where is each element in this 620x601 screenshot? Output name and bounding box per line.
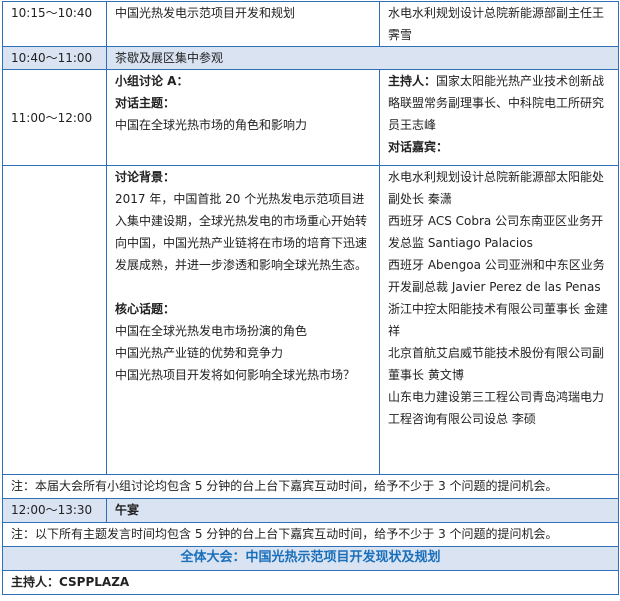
topic-cell: 中国光热发电示范项目开发和规划 — [106, 1, 380, 47]
table-row: 11:00～12:00 小组讨论 A： 对话主题： 中国在全球光热市场的角色和影… — [2, 69, 619, 166]
table-row: 注：本届大会所有小组讨论均包含 5 分钟的台上台下嘉宾互动时间，给予不少于 3 … — [2, 474, 619, 499]
note-cell: 注：以下所有主题发言时间均包含 5 分钟的台上台下嘉宾互动时间，给予不少于 3 … — [2, 522, 619, 547]
time-cell: 10:40～11:00 — [2, 46, 107, 70]
schedule-table: 10:15～10:40 中国光热发电示范项目开发和规划 水电水利规划设计总院新能… — [2, 1, 619, 595]
guests-label: 对话嘉宾： — [388, 140, 449, 154]
plenary-title: 全体大会：中国光热示范项目开发现状及规划 — [2, 546, 619, 571]
background-text: 2017 年，中国首批 20 个光热发电示范项目进入集中建设期，全球光热发电的市… — [115, 192, 368, 272]
guest-item: 西班牙 Abengoa 公司亚洲和中东区业务开发副总裁 Javier Perez… — [388, 258, 605, 294]
guest-item: 北京首航艾启威节能技术股份有限公司副董事长 黄文博 — [388, 346, 605, 382]
table-row: 讨论背景： 2017 年，中国首批 20 个光热发电示范项目进入集中建设期，全球… — [2, 165, 619, 475]
background-label: 讨论背景： — [115, 170, 176, 184]
core-topic: 中国在全球光热发电市场扮演的角色 — [115, 324, 308, 338]
topic-cell: 午宴 — [106, 498, 619, 523]
time-cell: 10:15～10:40 — [2, 1, 107, 47]
guest-item: 西班牙 ACS Cobra 公司东南亚区业务开发总监 Santiago Pala… — [388, 214, 604, 250]
table-row: 10:15～10:40 中国光热发电示范项目开发和规划 水电水利规划设计总院新能… — [2, 1, 619, 47]
background-cell: 讨论背景： 2017 年，中国首批 20 个光热发电示范项目进入集中建设期，全球… — [106, 165, 380, 475]
theme-text: 中国在全球光热市场的角色和影响力 — [115, 118, 308, 132]
discussion-cell: 小组讨论 A： 对话主题： 中国在全球光热市场的角色和影响力 — [106, 69, 380, 166]
note-cell: 注：本届大会所有小组讨论均包含 5 分钟的台上台下嘉宾互动时间，给予不少于 3 … — [2, 474, 619, 499]
table-row: 10:40～11:00 茶歇及展区集中参观 — [2, 46, 619, 70]
host-label: 主持人： — [388, 74, 437, 88]
table-row: 12:00～13:30 午宴 — [2, 498, 619, 523]
core-topic: 中国光热项目开发将如何影响全球光热市场？ — [115, 368, 356, 382]
theme-label: 对话主题： — [115, 96, 176, 110]
speaker-cell: 水电水利规划设计总院新能源部副主任王霁雪 — [379, 1, 619, 47]
table-row: 主持人：CSPPLAZA — [2, 570, 619, 595]
guest-item: 浙江中控太阳能技术有限公司董事长 金建祥 — [388, 302, 608, 338]
guest-item: 水电水利规划设计总院新能源部太阳能处副处长 秦潇 — [388, 170, 605, 206]
guests-cell: 水电水利规划设计总院新能源部太阳能处副处长 秦潇 西班牙 ACS Cobra 公… — [379, 165, 619, 475]
topic-cell: 茶歇及展区集中参观 — [106, 46, 619, 70]
core-label: 核心话题： — [115, 302, 176, 316]
group-label: 小组讨论 A： — [115, 74, 189, 88]
guest-item: 山东电力建设第三工程公司青岛鸿瑞电力工程咨询有限公司设总 李硕 — [388, 390, 605, 426]
table-row: 全体大会：中国光热示范项目开发现状及规划 — [2, 546, 619, 571]
host-line: 主持人：CSPPLAZA — [2, 570, 619, 595]
table-row: 注：以下所有主题发言时间均包含 5 分钟的台上台下嘉宾互动时间，给予不少于 3 … — [2, 522, 619, 547]
core-topic: 中国光热产业链的优势和竞争力 — [115, 346, 284, 360]
empty-cell — [2, 165, 107, 475]
time-cell: 12:00～13:30 — [2, 498, 107, 523]
schedule-page: 10:15～10:40 中国光热发电示范项目开发和规划 水电水利规划设计总院新能… — [0, 0, 620, 601]
host-cell: 主持人：国家太阳能光热产业技术创新战略联盟常务副理事长、中科院电工所研究员王志峰… — [379, 69, 619, 166]
time-cell: 11:00～12:00 — [2, 69, 107, 166]
